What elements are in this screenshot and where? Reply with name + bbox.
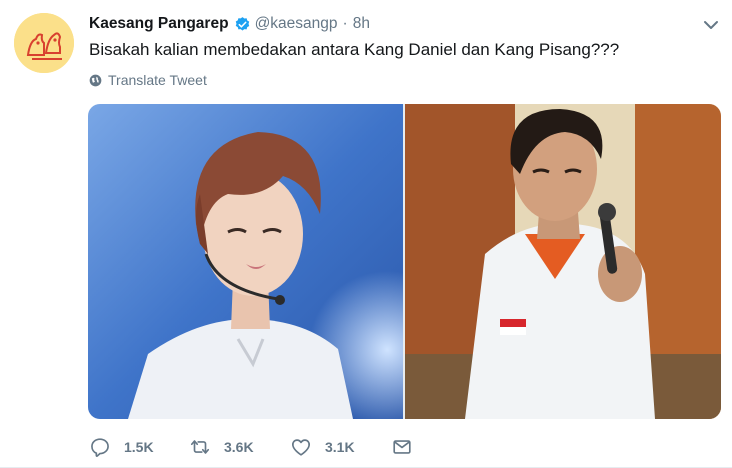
tweet-header: Kaesang Pangarep @kaesangp · 8h: [89, 14, 370, 34]
photo-left[interactable]: [88, 104, 403, 419]
direct-message-button[interactable]: [391, 436, 413, 458]
translate-tweet-link[interactable]: Translate Tweet: [89, 72, 207, 88]
heart-icon: [290, 436, 312, 458]
globe-icon: [89, 74, 102, 87]
translate-tweet-label: Translate Tweet: [108, 72, 207, 88]
retweet-count: 3.6K: [224, 439, 254, 455]
retweet-icon: [189, 436, 211, 458]
photo-right[interactable]: [405, 104, 721, 419]
reply-count: 1.5K: [124, 439, 154, 455]
tweet-card[interactable]: Kaesang Pangarep @kaesangp · 8h Bisakah …: [0, 0, 732, 468]
author-handle[interactable]: @kaesangp: [255, 15, 338, 33]
verified-badge-icon: [234, 16, 251, 33]
like-count: 3.1K: [325, 439, 355, 455]
media-grid: [88, 104, 721, 419]
chevron-down-icon[interactable]: [702, 18, 720, 32]
like-button[interactable]: 3.1K: [290, 436, 355, 458]
envelope-icon: [391, 436, 413, 458]
tweet-timestamp[interactable]: 8h: [353, 15, 370, 33]
tweet-text: Bisakah kalian membedakan antara Kang Da…: [89, 40, 620, 59]
reply-icon: [89, 436, 111, 458]
retweet-button[interactable]: 3.6K: [189, 436, 254, 458]
author-name[interactable]: Kaesang Pangarep: [89, 15, 229, 33]
reply-button[interactable]: 1.5K: [89, 436, 154, 458]
separator-dot: ·: [342, 15, 348, 32]
avatar[interactable]: [14, 13, 74, 73]
